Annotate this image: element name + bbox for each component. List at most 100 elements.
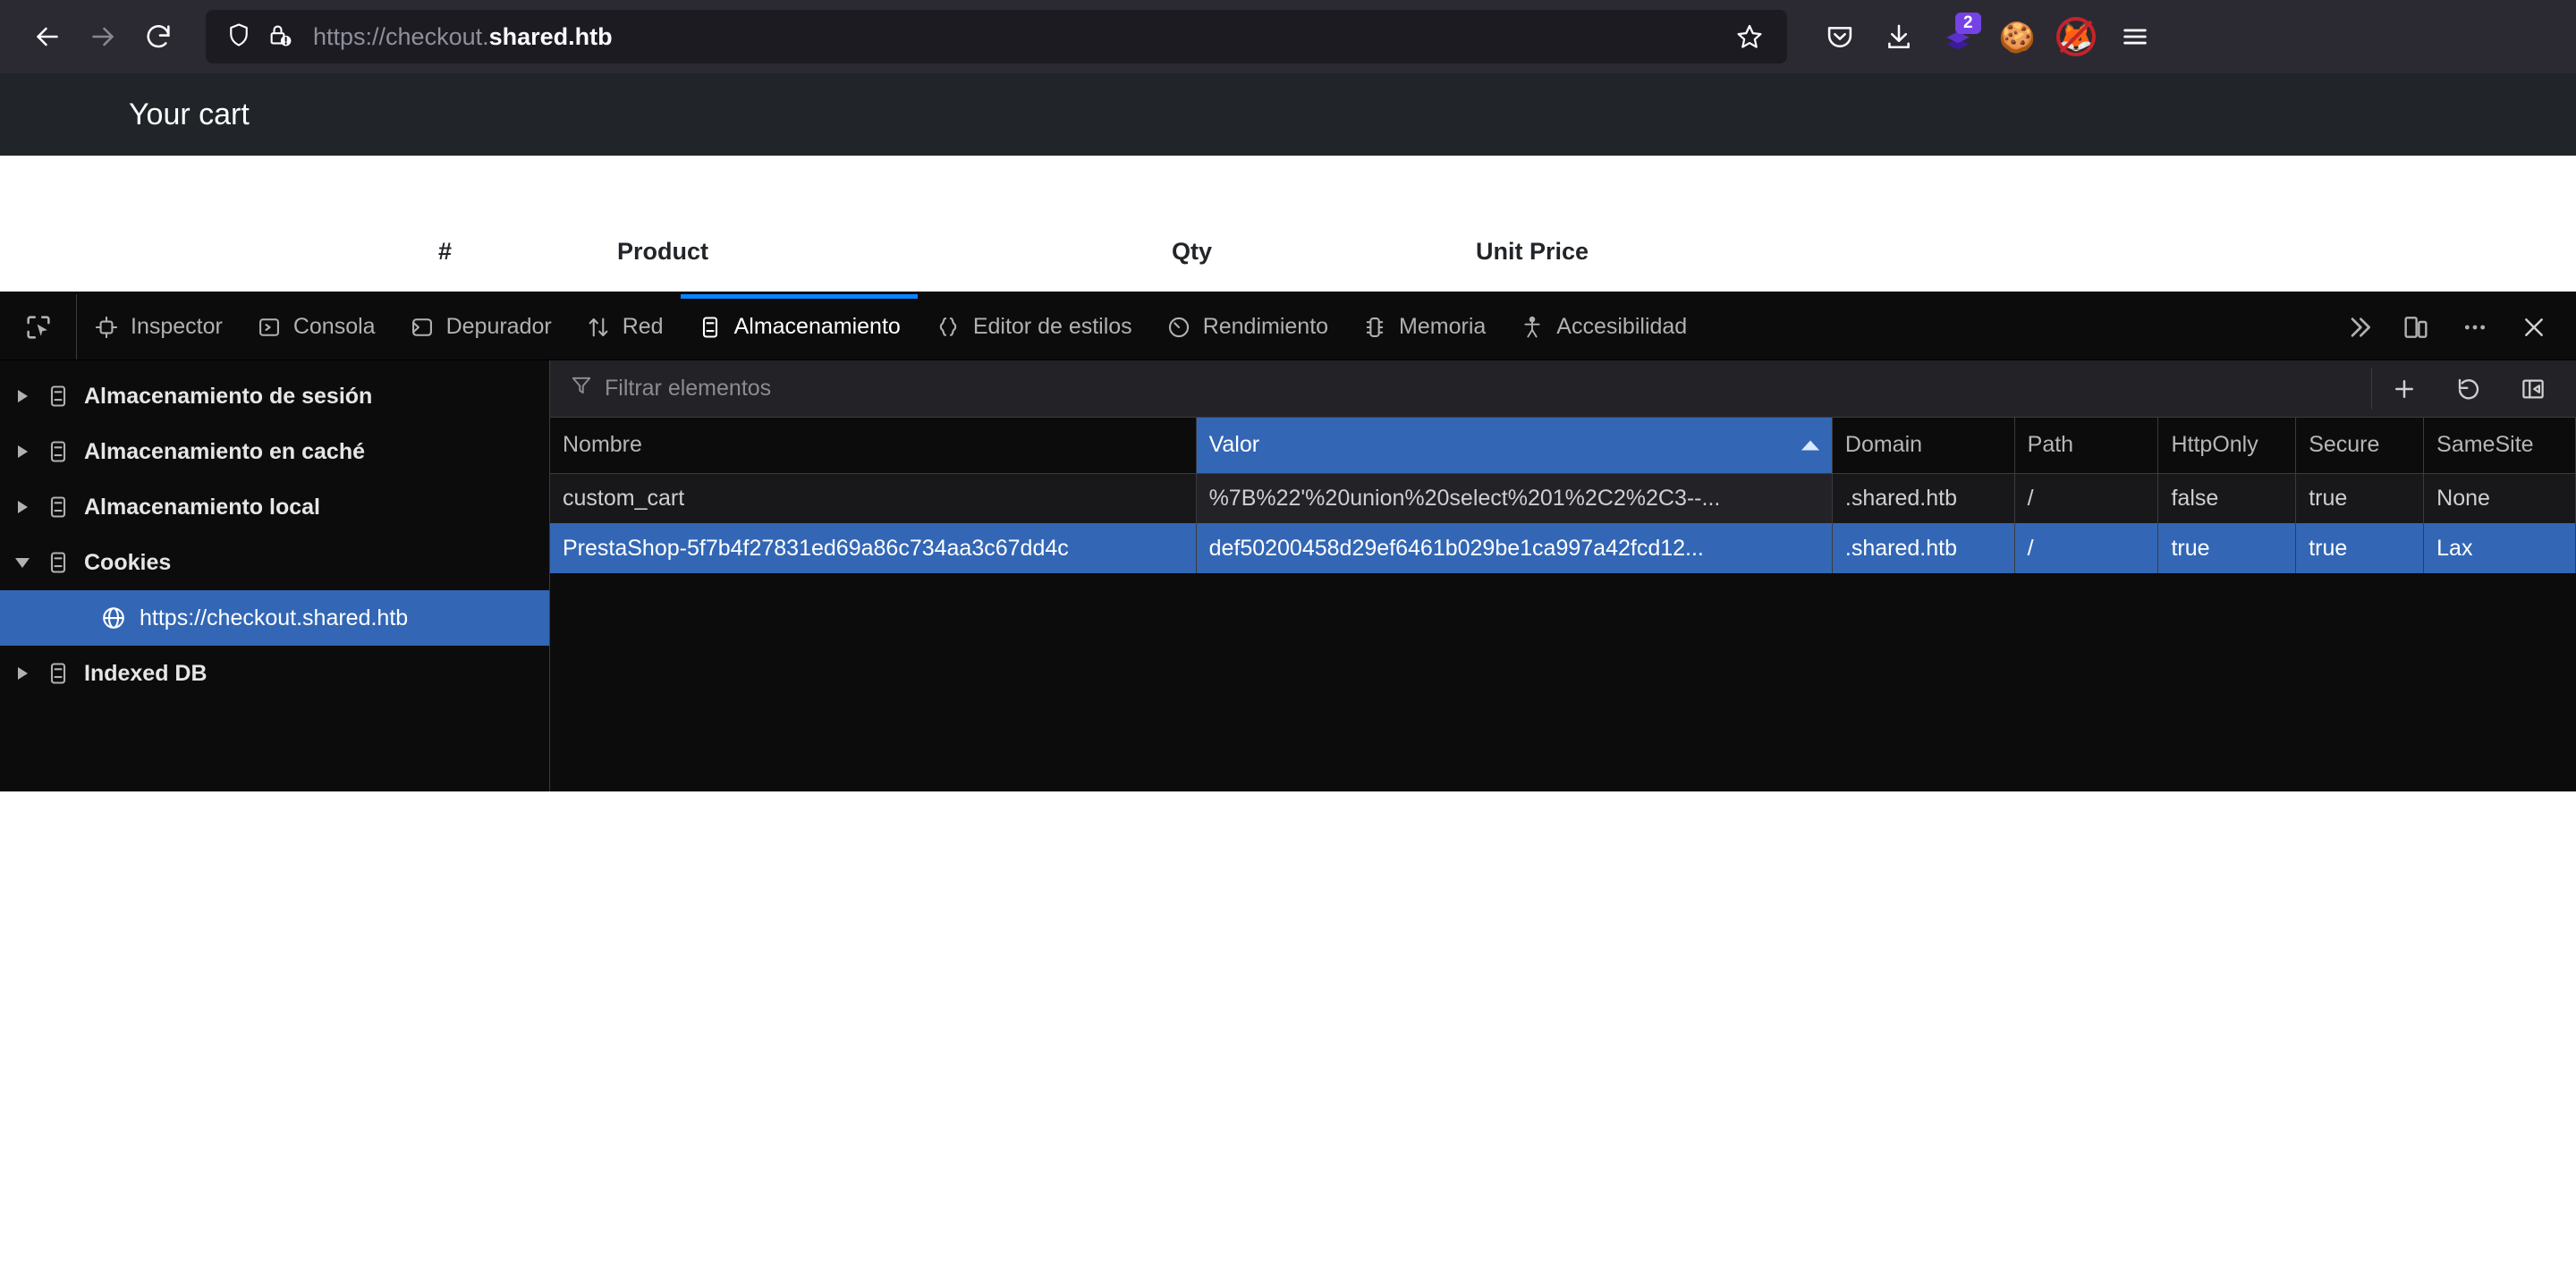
tab-accesibilidad[interactable]: Accesibilidad [1503,294,1704,360]
storage-tree-item-3[interactable]: Cookies [0,535,549,590]
cookie-cell-domain: .shared.htb [1832,473,2015,523]
devtools-panel: Inspector Consola Depurador Red Almacenamien… [0,292,2576,791]
cookie-cell-samesite: None [2423,473,2576,523]
star-icon[interactable] [1724,13,1775,60]
chevron-right-icon[interactable] [7,390,38,402]
extension-badge: 2 [1955,13,1981,34]
chevron-right-icon[interactable] [7,501,38,513]
storage-tree-item-1[interactable]: Almacenamiento en caché [0,424,549,479]
element-picker-icon[interactable] [0,294,77,360]
storage-tree-label: Almacenamiento en caché [84,438,366,464]
tab-label: Inspector [131,314,223,339]
app-menu-icon[interactable] [2106,9,2165,64]
refresh-icon[interactable] [2436,376,2501,402]
site-identity[interactable] [225,21,293,53]
devtools-toolbar-actions [2386,294,2576,360]
storage-main: Filtrar elementos Nombre Valor Domain Pa… [550,360,2576,791]
storage-tree-item-2[interactable]: Almacenamiento local [0,479,549,535]
cookie-cell-path: / [2014,523,2159,573]
reload-button[interactable] [131,9,186,64]
close-devtools-icon[interactable] [2504,294,2563,360]
cookie-cell-httponly: true [2157,523,2297,573]
tab-memoria[interactable]: Memoria [1345,294,1503,360]
tab-red[interactable]: Red [569,294,681,360]
filter-input[interactable]: Filtrar elementos [550,374,2371,403]
back-button[interactable] [20,9,75,64]
storage-tree-item-4[interactable]: https://checkout.shared.htb [0,590,549,646]
col-header-label: Path [2027,432,2074,458]
tab-label: Editor de estilos [972,314,1132,339]
table-empty-area [550,573,2576,791]
tab-label: Red [622,314,664,339]
tab-consola[interactable]: Consola [240,294,393,360]
cookies-table: Nombre Valor Domain Path HttpOnly Secure SameS… [550,418,2576,573]
col-header-label: SameSite [2436,432,2534,458]
url-text[interactable]: https://checkout.shared.htb [313,23,1724,51]
shield-icon[interactable] [225,21,252,53]
col-header-httponly[interactable]: HttpOnly [2157,418,2297,474]
cookie-row[interactable]: custom_cart %7B%22'%20union%20select%201%… [550,473,2576,523]
filter-bar: Filtrar elementos [550,360,2576,418]
col-header-label: Domain [1844,432,1923,458]
col-header-valor[interactable]: Valor [1196,418,1833,474]
extension-icon[interactable]: 2 [1928,9,1987,64]
cookie-cell-path: / [2014,473,2159,523]
address-bar[interactable]: https://checkout.shared.htb [206,10,1787,63]
responsive-design-mode-icon[interactable] [2386,294,2445,360]
col-header-samesite[interactable]: SameSite [2423,418,2576,474]
devtools-tab-list: Inspector Consola Depurador Red Almacenamien… [77,294,2333,360]
meatball-menu-icon[interactable] [2445,294,2504,360]
firefox-blocked-icon[interactable]: 🦊 [2046,9,2106,64]
cookie-glyph: 🍪 [1998,20,2036,54]
cookies-table-header: Nombre Valor Domain Path HttpOnly Secure SameS… [550,418,2576,474]
cookie-cell-domain: .shared.htb [1832,523,2015,573]
accessibility-icon [1520,315,1545,340]
toggle-sidebar-icon[interactable] [2501,376,2565,402]
col-header-label: Nombre [563,432,642,458]
devtools-body: Almacenamiento de sesión Almacenamiento e… [0,360,2576,791]
pocket-icon[interactable] [1810,9,1869,64]
tab-editor-de-estilos[interactable]: Editor de estilos [918,294,1149,360]
tab-label: Consola [292,314,376,339]
toolbar-icons: 2 🍪 🦊 [1810,9,2165,64]
tab-almacenamiento[interactable]: Almacenamiento [680,294,919,360]
storage-tree-label: Cookies [84,549,172,575]
cookie-cell-httponly: false [2157,473,2297,523]
col-header-path[interactable]: Path [2014,418,2159,474]
storage-tree-label: Indexed DB [84,660,208,686]
inspector-icon [94,315,119,340]
storage-icon [698,315,723,340]
tab-label: Almacenamiento [733,314,901,339]
storage-tree-label: Almacenamiento de sesión [84,383,373,409]
devtools-overflow-icon[interactable] [2333,294,2386,360]
tab-rendimiento[interactable]: Rendimiento [1149,294,1345,360]
storage-tree-item-5[interactable]: Indexed DB [0,646,549,701]
sort-ascending-icon [1801,440,1819,451]
chevron-down-icon[interactable] [7,557,38,568]
tab-inspector[interactable]: Inspector [77,294,240,360]
chevron-right-icon[interactable] [7,445,38,458]
add-item-icon[interactable] [2372,376,2436,402]
col-header-domain[interactable]: Domain [1832,418,2015,474]
cookie-cell-name: custom_cart [550,473,1197,523]
browser-toolbar: https://checkout.shared.htb 2 🍪 🦊 [0,0,2576,73]
storage-tree-icon [38,550,79,575]
col-header-label: Secure [2309,432,2380,458]
globe-icon [93,605,134,631]
tab-depurador[interactable]: Depurador [393,294,569,360]
page-content: Your cart # Product Qty Unit Price 1 2 1… [0,73,2576,791]
col-header-label: HttpOnly [2171,432,2258,458]
cookie-cell-secure: true [2295,473,2425,523]
lock-warning-icon[interactable] [267,21,293,53]
debugger-icon [410,315,435,340]
col-header-secure[interactable]: Secure [2295,418,2425,474]
cookie-row[interactable]: PrestaShop-5f7b4f27831ed69a86c734aa3c67d… [550,523,2576,573]
col-header-nombre[interactable]: Nombre [550,418,1197,474]
cookie-cell-secure: true [2295,523,2425,573]
site-header: Your cart [0,73,2576,156]
storage-tree-item-0[interactable]: Almacenamiento de sesión [0,368,549,424]
chevron-right-icon[interactable] [7,667,38,680]
cookie-extension-icon[interactable]: 🍪 [1987,9,2046,64]
downloads-icon[interactable] [1869,9,1928,64]
forward-button[interactable] [75,9,131,64]
